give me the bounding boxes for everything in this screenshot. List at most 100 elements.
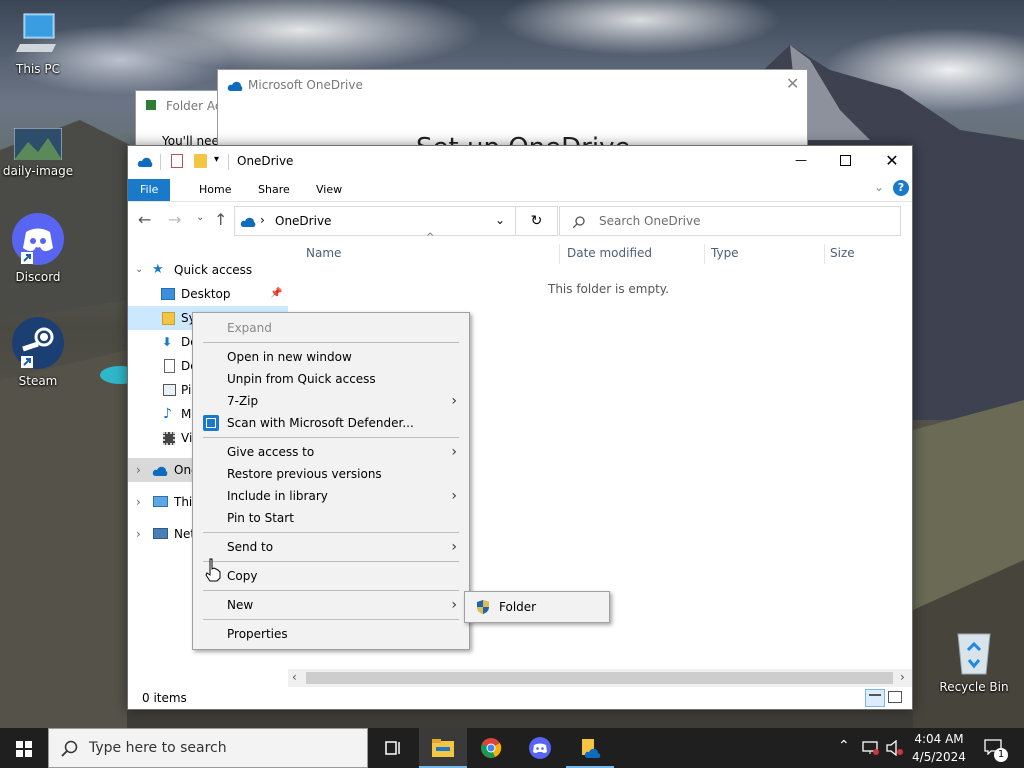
task-view-button[interactable] — [368, 728, 416, 768]
breadcrumb-chevron-icon: › — [260, 213, 265, 227]
customize-quick-access-icon[interactable]: ▾ — [214, 154, 219, 165]
menu-item-unpin[interactable]: Unpin from Quick access — [195, 368, 467, 390]
chevron-right-icon[interactable]: › — [136, 522, 141, 546]
tab-file[interactable]: File — [128, 179, 171, 201]
chevron-right-icon[interactable]: › — [136, 458, 141, 482]
search-box[interactable]: Search OneDrive — [559, 206, 901, 236]
desktop-icon-label: This PC — [16, 62, 60, 76]
menu-item-send-to[interactable]: Send to › — [195, 536, 467, 558]
nav-label: Pi — [181, 383, 192, 397]
nav-label: Vi — [181, 431, 193, 445]
notification-center-button[interactable]: 1 — [978, 728, 1018, 768]
submenu-arrow-icon: › — [451, 597, 457, 613]
menu-item-7zip[interactable]: 7-Zip › — [195, 390, 467, 412]
address-bar[interactable]: › OneDrive ⌄ ↻ — [234, 206, 558, 236]
scroll-left-icon[interactable]: ‹ — [292, 670, 297, 684]
download-arrow-icon: ⬇ — [162, 335, 173, 349]
scroll-right-icon[interactable]: › — [900, 670, 905, 684]
chevron-down-icon[interactable]: ⌄ — [135, 258, 143, 282]
clock[interactable]: 4:04 AM 4/5/2024 — [910, 730, 968, 766]
address-path[interactable]: OneDrive — [275, 214, 331, 228]
help-icon[interactable]: ? — [893, 180, 909, 196]
menu-item-give-access[interactable]: Give access to › — [195, 441, 467, 463]
chevron-right-icon[interactable]: › — [136, 490, 141, 514]
desktop-icon-label: Recycle Bin — [939, 680, 1009, 694]
search-input[interactable]: Search OneDrive — [599, 214, 700, 228]
nav-item-desktop[interactable]: Desktop 📌 — [128, 282, 288, 306]
onedrive-setup-icon — [582, 739, 601, 758]
menu-item-copy[interactable]: Copy — [195, 565, 467, 587]
menu-item-open-new-window[interactable]: Open in new window — [195, 346, 467, 368]
up-button[interactable]: ↑ — [214, 210, 227, 229]
taskbar-onedrive-setup[interactable] — [566, 728, 614, 768]
task-view-icon — [385, 741, 400, 755]
desktop-icon-discord[interactable]: Discord — [0, 212, 76, 284]
menu-item-properties[interactable]: Properties — [195, 623, 467, 645]
menu-item-pin-start[interactable]: Pin to Start — [195, 507, 467, 529]
start-button[interactable] — [0, 728, 48, 768]
desktop-icon-label: Discord — [15, 270, 61, 284]
column-size[interactable]: Size — [830, 246, 855, 260]
nav-item-quick-access[interactable]: ⌄ ★ Quick access — [128, 258, 288, 282]
horizontal-scrollbar[interactable]: ‹ › — [288, 669, 912, 687]
scrollbar-thumb[interactable] — [306, 672, 893, 684]
close-icon[interactable]: ✕ — [786, 74, 799, 93]
submenu-arrow-icon: › — [451, 488, 457, 504]
menu-item-restore-versions[interactable]: Restore previous versions — [195, 463, 467, 485]
ribbon-tabs: File Home Share View ⌄ ? — [128, 177, 912, 201]
computer-icon — [153, 496, 168, 507]
onedrive-setup-title: Microsoft OneDrive — [248, 78, 363, 92]
volume-muted-icon[interactable] — [886, 740, 904, 756]
desktop-icon-label: daily-image — [2, 164, 74, 178]
new-submenu: Folder — [464, 591, 610, 623]
minimize-button[interactable]: — — [778, 146, 824, 176]
tab-home[interactable]: Home — [187, 179, 243, 201]
taskbar-search-input[interactable]: Type here to search — [89, 740, 227, 756]
back-button[interactable]: ← — [138, 210, 151, 229]
folder-access-title: Folder Ac — [166, 99, 222, 113]
forward-button[interactable]: → — [168, 210, 181, 229]
expand-ribbon-icon[interactable]: ⌄ — [874, 180, 884, 194]
tab-share[interactable]: Share — [246, 179, 302, 201]
menu-item-new[interactable]: New › — [195, 594, 467, 616]
details-view-button[interactable] — [865, 689, 885, 707]
clock-date: 4/5/2024 — [912, 750, 966, 764]
menu-item-include-library[interactable]: Include in library › — [195, 485, 467, 507]
onedrive-icon — [227, 81, 243, 91]
taskbar-search-box[interactable]: Type here to search — [48, 728, 368, 768]
large-icons-view-button[interactable] — [888, 691, 902, 703]
taskbar-file-explorer[interactable] — [419, 728, 467, 768]
navigation-bar: ← → ⌄ ↑ › OneDrive ⌄ ↻ Search OneDrive — [128, 204, 912, 238]
refresh-button[interactable]: ↻ — [515, 207, 557, 235]
steam-icon — [11, 316, 65, 370]
recent-locations-button[interactable]: ⌄ — [196, 212, 204, 223]
column-date-modified[interactable]: Date modified — [567, 246, 652, 260]
nav-label: Desktop — [181, 287, 231, 301]
menu-item-expand[interactable]: Expand — [195, 317, 467, 339]
show-hidden-icons-button[interactable]: ⌃ — [838, 738, 850, 754]
title-bar[interactable]: ▾ OneDrive — ✕ — [128, 146, 912, 177]
menu-item-new-folder[interactable]: Folder — [467, 596, 607, 618]
folder-access-icon — [146, 100, 156, 110]
network-disconnected-icon[interactable] — [862, 741, 880, 755]
windows-logo-icon — [16, 741, 32, 757]
address-dropdown-icon[interactable]: ⌄ — [495, 213, 505, 227]
menu-item-scan-defender[interactable]: Scan with Microsoft Defender... — [195, 412, 467, 434]
desktop-icon-this-pc[interactable]: This PC — [0, 10, 76, 76]
properties-quick-icon[interactable] — [171, 154, 183, 168]
tab-view[interactable]: View — [304, 179, 354, 201]
column-type[interactable]: Type — [711, 246, 739, 260]
desktop-icon-recycle-bin[interactable]: Recycle Bin — [936, 628, 1012, 694]
taskbar-discord[interactable] — [516, 728, 564, 768]
film-icon — [163, 432, 175, 445]
taskbar-chrome[interactable] — [467, 728, 515, 768]
desktop-icon-steam[interactable]: Steam — [0, 316, 76, 388]
maximize-button[interactable] — [824, 146, 870, 176]
uac-shield-icon — [477, 600, 489, 614]
close-button[interactable]: ✕ — [870, 146, 914, 176]
new-folder-quick-icon[interactable] — [194, 154, 207, 168]
taskbar: Type here to search ⌃ 4:04 AM 4/5/2024 1 — [0, 728, 1024, 768]
column-name[interactable]: Name — [306, 246, 341, 260]
onedrive-setup-window[interactable]: Microsoft OneDrive ✕ Set up OneDrive — [217, 69, 808, 149]
desktop-icon-daily-image[interactable]: daily-image — [0, 127, 76, 178]
